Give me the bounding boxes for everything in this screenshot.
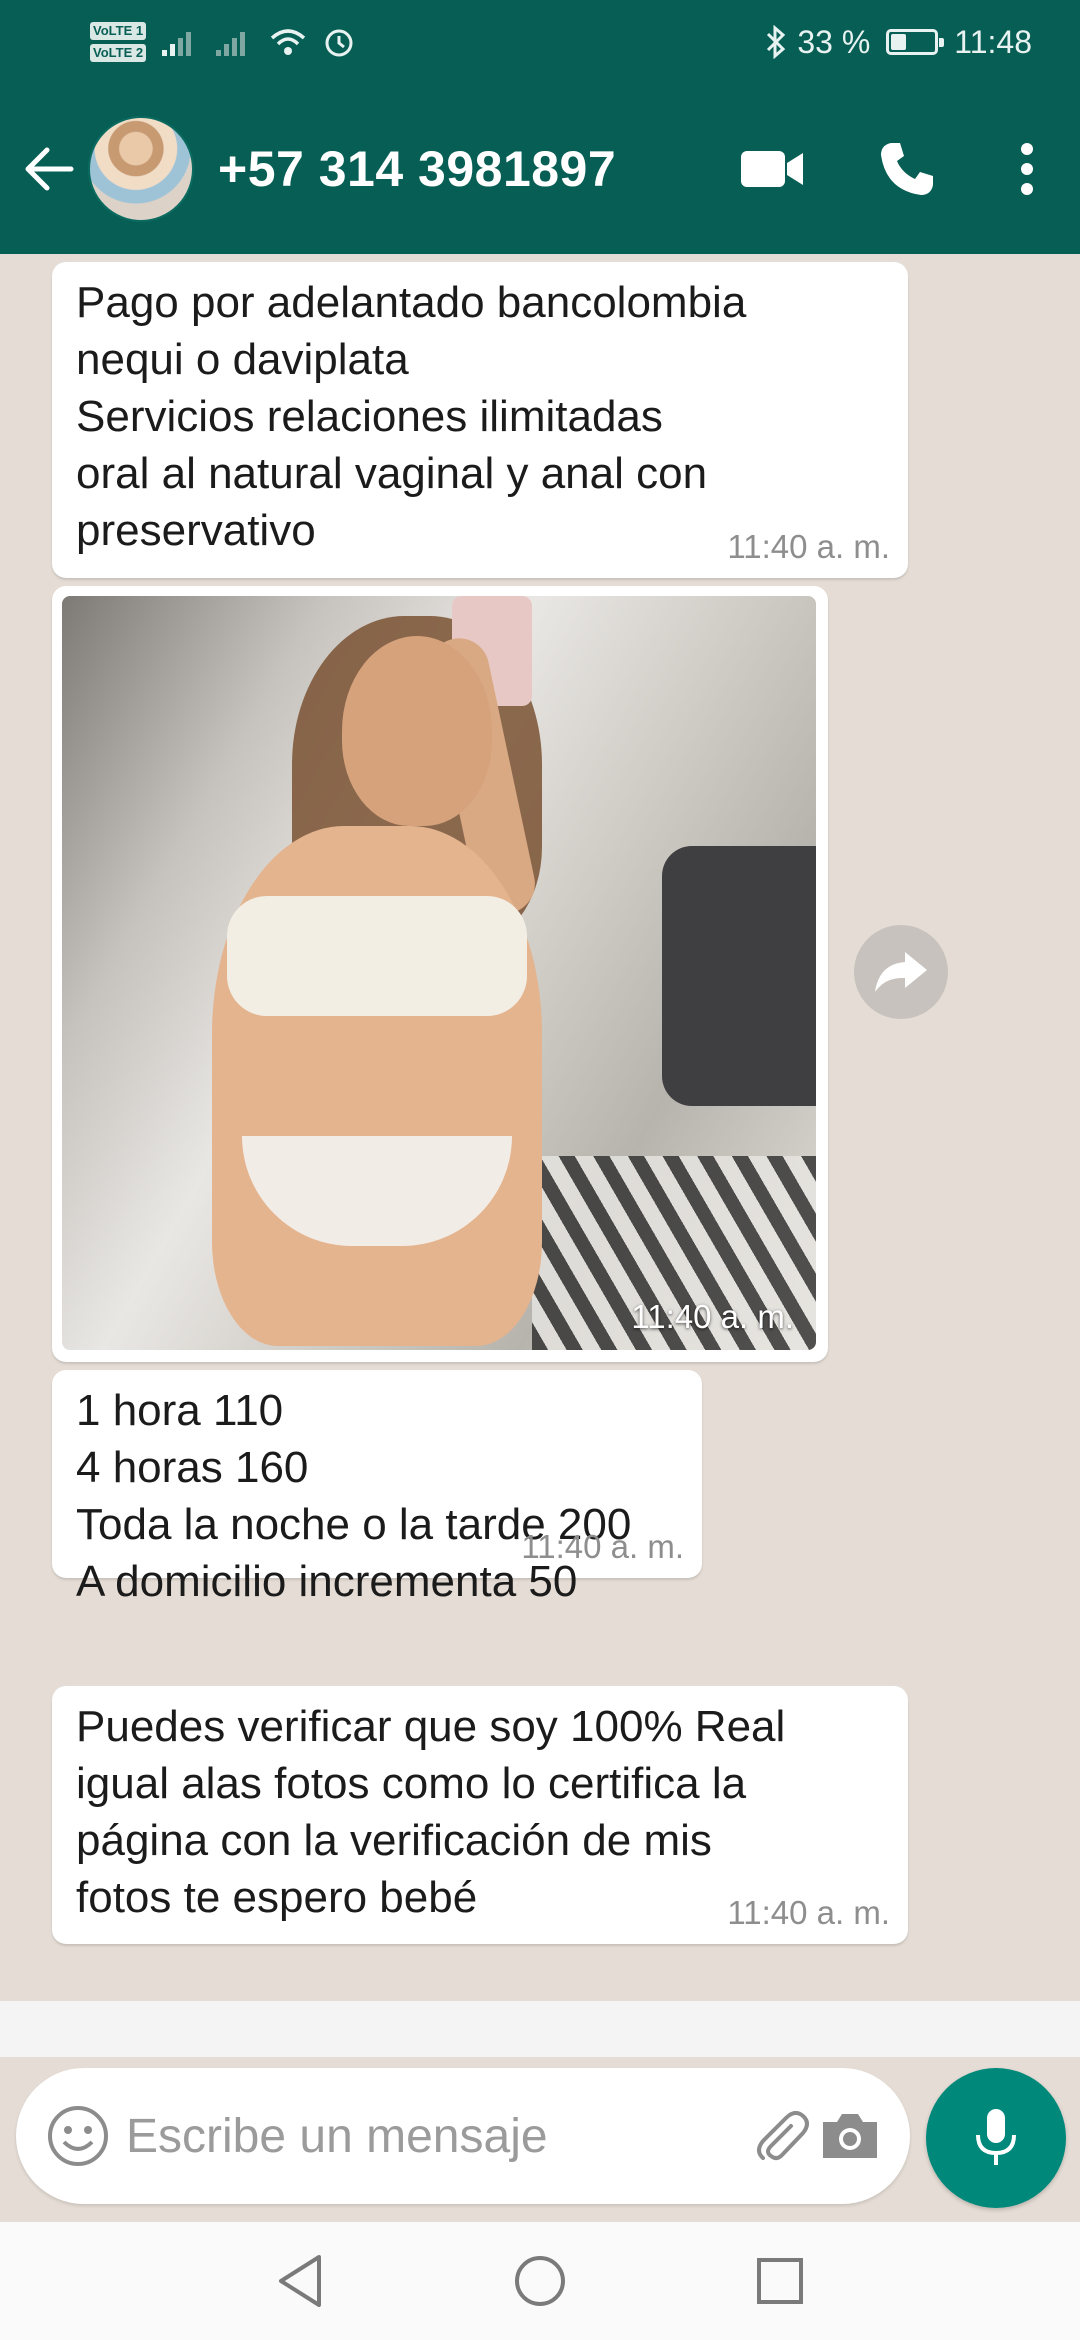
- forward-button[interactable]: [854, 925, 948, 1019]
- nav-back-button[interactable]: [265, 2246, 335, 2316]
- more-vert-icon: [1021, 143, 1033, 195]
- status-left: VoLTE 1 VoLTE 2: [90, 22, 356, 62]
- more-options-button[interactable]: [982, 119, 1072, 219]
- message-text: Pago por adelantado bancolombia nequi o …: [76, 278, 747, 555]
- forward-icon: [875, 952, 927, 992]
- camera-icon: [822, 2114, 877, 2158]
- whatsapp-chat-screen: VoLTE 1 VoLTE 2 33 % 11:48 +57 314 39818…: [0, 0, 1080, 2340]
- attach-icon: [757, 2111, 810, 2161]
- message-photo[interactable]: 11:40 a. m.: [62, 596, 816, 1350]
- alarm-icon: [325, 29, 353, 57]
- message-bubble[interactable]: Pago por adelantado bancolombia nequi o …: [52, 262, 908, 578]
- attach-button[interactable]: [747, 2086, 816, 2186]
- header-actions: [712, 119, 1080, 219]
- nav-home-icon: [515, 2256, 565, 2306]
- battery-percent: 33 %: [797, 23, 871, 60]
- photo-shape: [227, 896, 527, 1016]
- wifi-icon: [270, 29, 306, 55]
- chat-bottom-strip: [0, 2001, 1080, 2057]
- photo-shape: [662, 846, 816, 1106]
- voice-call-button[interactable]: [832, 119, 982, 219]
- nav-home-button[interactable]: [505, 2246, 575, 2316]
- nav-recents-icon: [757, 2258, 803, 2304]
- chat-header: +57 314 3981897: [0, 84, 1080, 254]
- message-bubble[interactable]: 1 hora 110 4 horas 160 Toda la noche o l…: [52, 1370, 702, 1606]
- battery-fill: [891, 34, 907, 50]
- image-time: 11:40 a. m.: [631, 1298, 794, 1335]
- camera-button[interactable]: [816, 2086, 885, 2186]
- nav-back-icon: [279, 2255, 321, 2307]
- contact-name[interactable]: +57 314 3981897: [218, 140, 616, 198]
- photo-shape: [342, 636, 492, 826]
- message-text: 1 hora 110 4 horas 160 Toda la noche o l…: [76, 1386, 632, 1606]
- battery-icon: [886, 29, 945, 55]
- video-call-button[interactable]: [712, 119, 832, 219]
- mic-icon: [976, 2109, 1016, 2165]
- emoji-button[interactable]: [46, 2104, 110, 2168]
- message-list[interactable]: Pago por adelantado bancolombia nequi o …: [0, 254, 1080, 2001]
- contact-avatar[interactable]: [88, 116, 194, 222]
- message-bubble[interactable]: Puedes verificar que soy 100% Real igual…: [52, 1686, 908, 1944]
- volte-2-badge: VoLTE 2: [90, 44, 147, 62]
- bluetooth-icon: [767, 25, 786, 59]
- status-time: 11:48: [954, 23, 1032, 60]
- image-message-bubble[interactable]: 11:40 a. m.: [52, 586, 828, 1362]
- message-composer: [16, 2068, 910, 2204]
- status-bar: VoLTE 1 VoLTE 2 33 % 11:48: [0, 0, 1080, 84]
- message-text: Puedes verificar que soy 100% Real igual…: [76, 1702, 786, 1922]
- message-time: 11:40 a. m.: [521, 1528, 684, 1565]
- emoji-icon: [48, 2106, 108, 2166]
- volte-indicators: VoLTE 1 VoLTE 2: [90, 22, 147, 62]
- status-right: 33 % 11:48: [765, 24, 1032, 61]
- system-nav-bar: [0, 2222, 1080, 2340]
- message-time: 11:40 a. m.: [727, 1894, 890, 1931]
- phone-icon: [881, 143, 933, 195]
- message-time: 11:40 a. m.: [727, 528, 890, 565]
- voice-message-button[interactable]: [926, 2068, 1066, 2208]
- signal-1-icon: [162, 32, 192, 56]
- video-call-icon: [741, 151, 803, 187]
- back-arrow-icon: [25, 147, 74, 191]
- nav-recents-button[interactable]: [745, 2246, 815, 2316]
- back-button[interactable]: [8, 119, 88, 219]
- volte-1-badge: VoLTE 1: [90, 22, 147, 40]
- signal-2-icon: [216, 32, 246, 56]
- message-input[interactable]: [126, 2108, 747, 2164]
